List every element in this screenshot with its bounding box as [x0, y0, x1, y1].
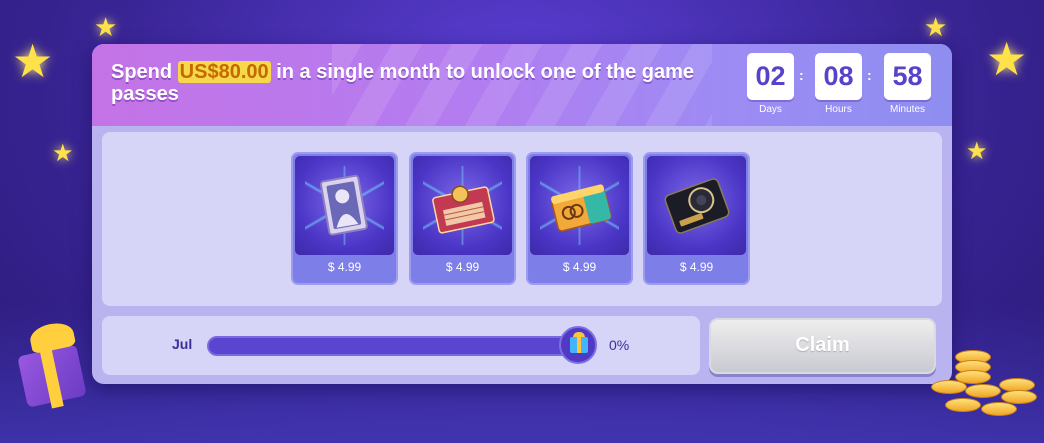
- coin-icon: [981, 402, 1017, 416]
- game-pass-card[interactable]: $ 4.99: [643, 152, 750, 285]
- countdown-separator: :: [799, 67, 804, 83]
- countdown-separator: :: [867, 67, 872, 83]
- game-pass-card[interactable]: $ 4.99: [526, 152, 633, 285]
- gift-box: [570, 337, 588, 353]
- headline-prefix: Spend: [111, 61, 178, 83]
- countdown-days: 02: [747, 53, 794, 100]
- star-icon: ★: [52, 140, 74, 167]
- promo-headline: Spend US$80.00 in a single month to unlo…: [111, 61, 731, 105]
- pass-price: $ 4.99: [327, 260, 362, 274]
- star-icon: ★: [12, 35, 54, 87]
- spend-amount: US$80.00: [177, 61, 271, 83]
- countdown-hours-label: Hours: [825, 104, 852, 115]
- pass-image: [295, 156, 394, 255]
- claim-button[interactable]: Claim: [709, 318, 936, 374]
- game-pass-list: $ 4.99 $ 4.99 $ 4.99 $ 4.99: [102, 132, 942, 306]
- star-icon: ★: [966, 138, 988, 165]
- coin-icon: [965, 384, 1001, 398]
- pass-price: $ 4.99: [562, 260, 597, 274]
- countdown-minutes-label: Minutes: [889, 104, 925, 115]
- game-pass-card[interactable]: $ 4.99: [291, 152, 398, 285]
- progress-section: Jul 0%: [102, 316, 700, 375]
- device-icon: [664, 178, 730, 234]
- pass-image: [647, 156, 746, 255]
- progress-percent: 0%: [609, 337, 630, 353]
- chest-icon: [551, 184, 612, 232]
- coin-icon: [931, 380, 967, 394]
- promo-panel: Spend US$80.00 in a single month to unlo…: [92, 44, 952, 384]
- coins-decoration: [925, 340, 1044, 430]
- countdown-days-label: Days: [759, 104, 782, 115]
- coin-icon: [945, 398, 981, 412]
- star-icon: ★: [986, 33, 1028, 85]
- pass-price: $ 4.99: [445, 260, 480, 274]
- ticket-icon: [432, 185, 495, 234]
- pass-image: [530, 156, 629, 255]
- star-icon: ★: [924, 12, 948, 42]
- pass-image: [413, 156, 512, 255]
- progress-month: Jul: [172, 336, 193, 352]
- gift-box-decoration: [10, 319, 98, 412]
- game-pass-card[interactable]: $ 4.99: [409, 152, 516, 285]
- countdown-minutes: 58: [884, 53, 931, 100]
- gift-icon[interactable]: [559, 326, 597, 364]
- pass-price: $ 4.99: [679, 260, 714, 274]
- card-icon: [319, 174, 368, 236]
- progress-bar: [207, 336, 577, 356]
- star-icon: ★: [94, 12, 118, 42]
- countdown-hours: 08: [815, 53, 862, 100]
